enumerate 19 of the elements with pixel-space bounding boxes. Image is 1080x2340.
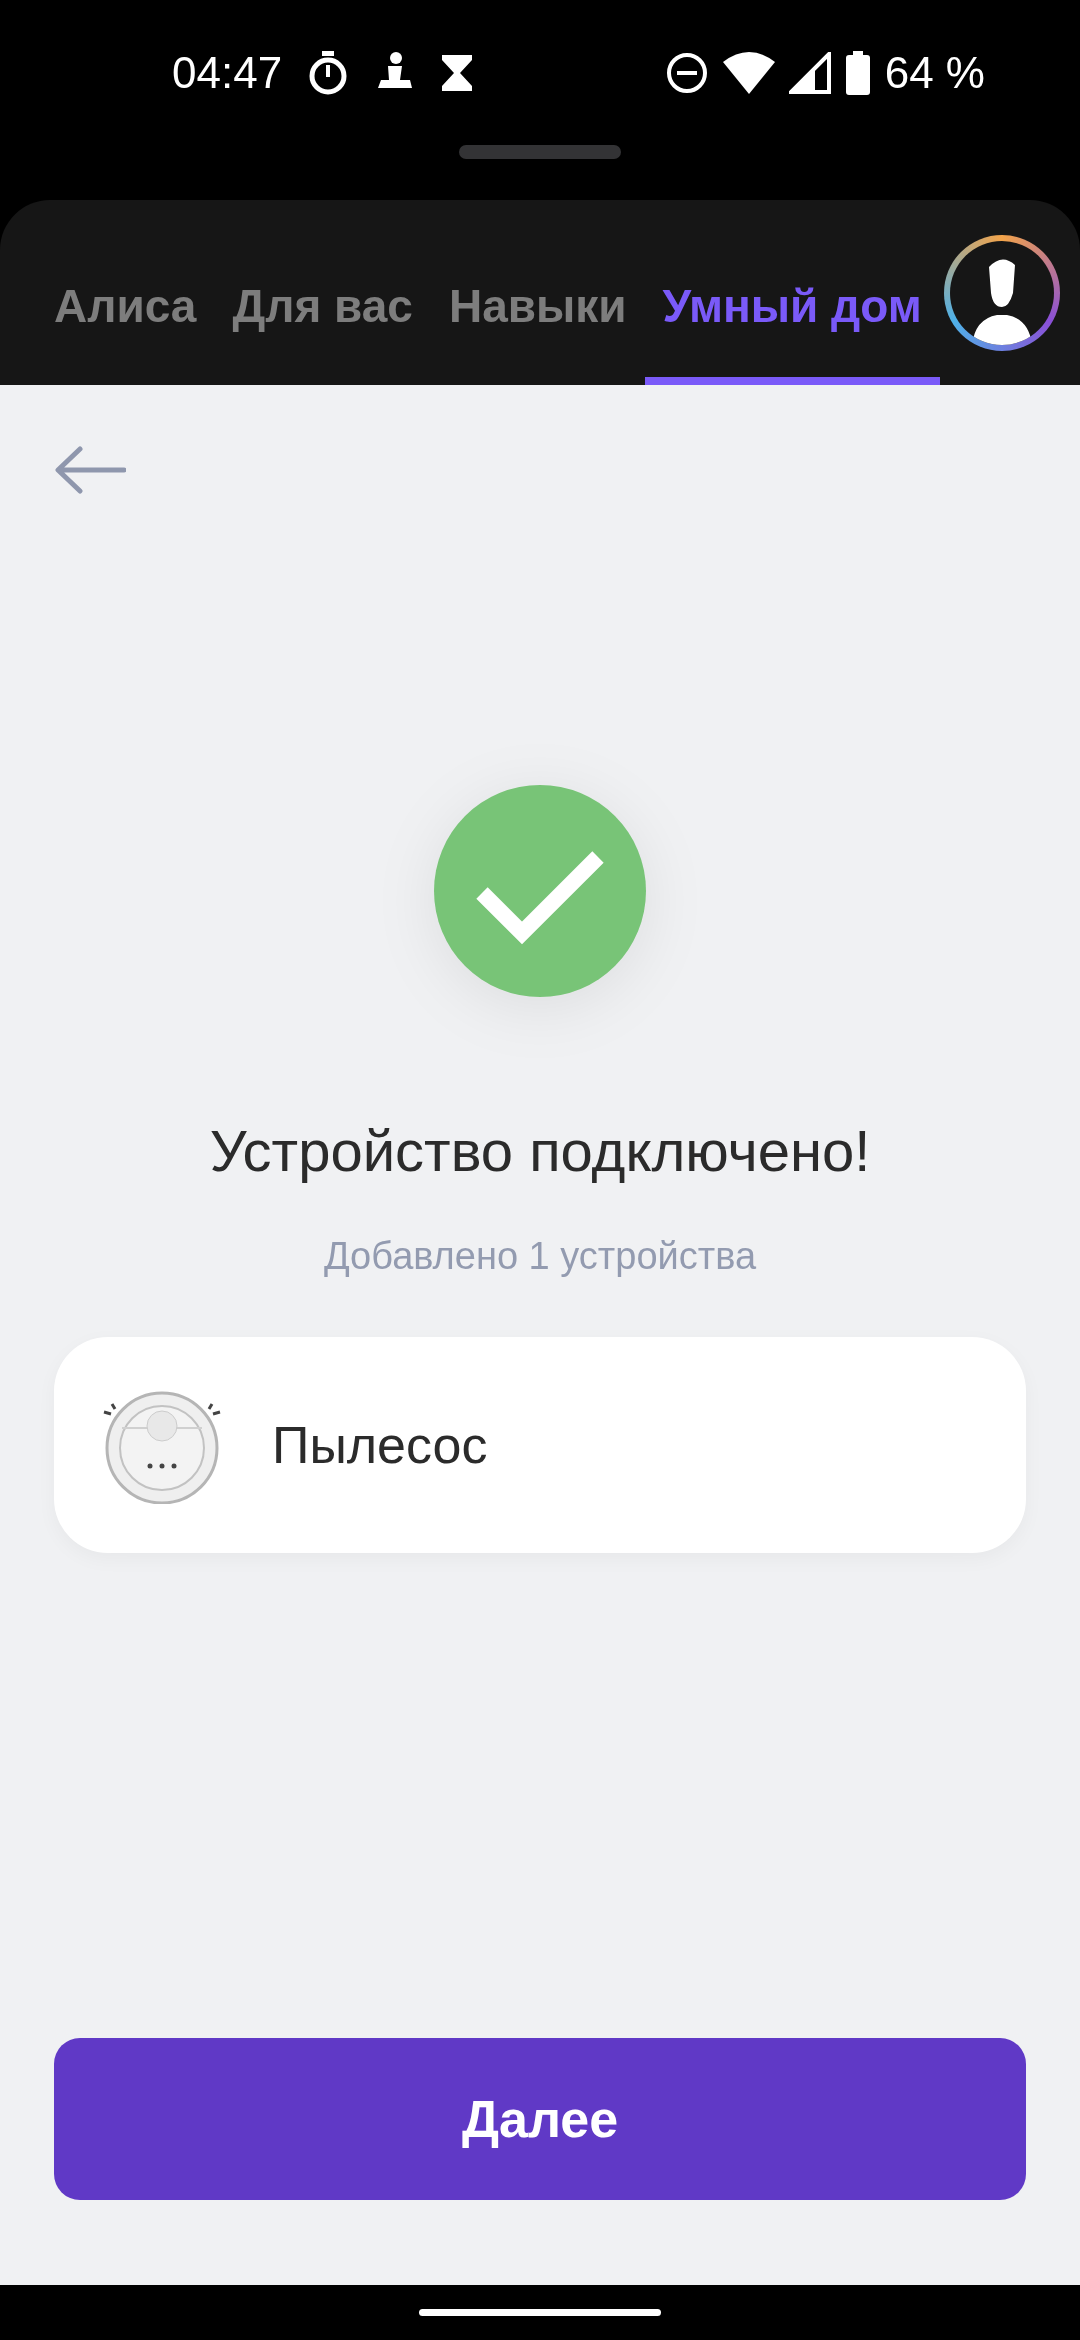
device-card[interactable]: Пылесос <box>54 1336 1026 1553</box>
battery-icon <box>844 50 871 95</box>
device-name: Пылесос <box>272 1414 488 1476</box>
battery-percent: 64 % <box>884 46 985 99</box>
tab[interactable]: Для вас <box>214 252 431 385</box>
tab[interactable]: Навыки <box>430 252 645 385</box>
drag-handle[interactable] <box>459 145 621 159</box>
signal-icon <box>788 51 831 94</box>
devices-added-text: Добавлено 1 устройства <box>322 1233 758 1279</box>
wifi-icon <box>722 51 775 94</box>
tab[interactable]: Алиса <box>36 252 215 385</box>
clock-time: 04:47 <box>172 46 283 99</box>
hourglass-icon <box>440 52 475 93</box>
do-not-disturb-icon <box>664 50 709 95</box>
back-arrow-icon[interactable] <box>54 445 126 495</box>
check-circle-icon <box>434 785 646 997</box>
stopwatch-icon <box>308 50 349 95</box>
next-button[interactable]: Далее <box>54 2038 1026 2200</box>
success-title: Устройство подключено! <box>208 1117 872 1185</box>
